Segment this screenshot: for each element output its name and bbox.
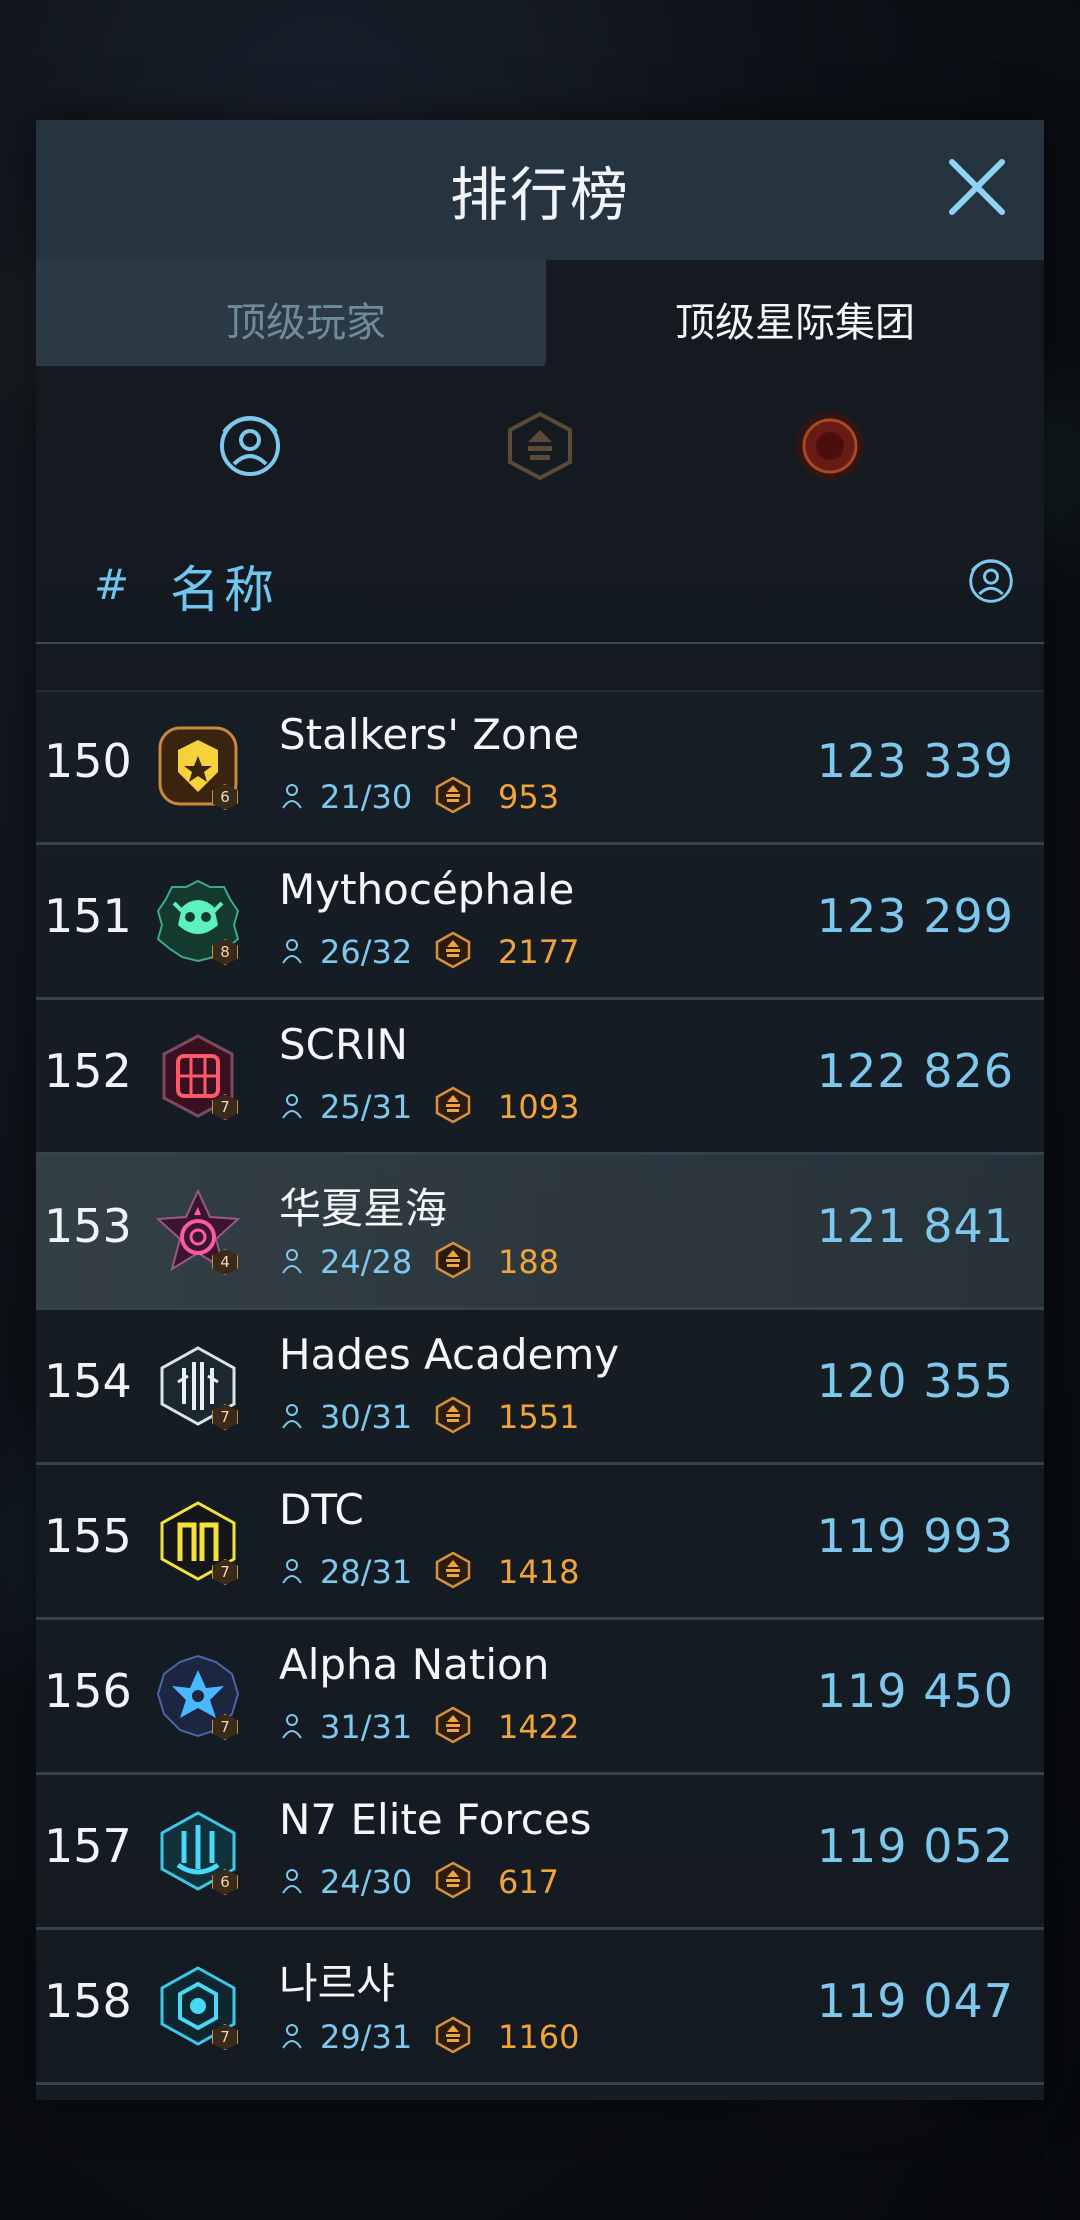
- rank: 150: [44, 734, 132, 788]
- score: 119 047: [816, 1974, 1014, 2028]
- member-count: 24/28: [320, 1243, 413, 1281]
- member-count: 24/30: [320, 1863, 413, 1901]
- member-radar-icon[interactable]: [962, 552, 1020, 610]
- red-planet-icon[interactable]: [790, 406, 870, 486]
- table-row[interactable]: 154 7 Hades Academy 30/31 1551 120 355: [36, 1310, 1044, 1465]
- rank: 157: [44, 1819, 132, 1873]
- group-name: Stalkers' Zone: [279, 710, 580, 759]
- score: 119 052: [816, 1819, 1014, 1873]
- person-icon: [282, 784, 302, 809]
- table-row[interactable]: 152 7 SCRIN 25/31 1093 122 826: [36, 1000, 1044, 1155]
- rank: 156: [44, 1664, 132, 1718]
- resource-value: 2177: [498, 933, 580, 971]
- person-icon: [282, 1094, 302, 1119]
- rank: 155: [44, 1509, 132, 1563]
- member-count: 31/31: [320, 1708, 413, 1746]
- table-row[interactable]: 150 6 Stalkers' Zone 21/30 953 123 339: [36, 690, 1044, 845]
- score: 122 826: [816, 1044, 1014, 1098]
- person-icon: [282, 2024, 302, 2049]
- tab-label: 顶级星际集团: [675, 300, 915, 346]
- resource-icon: [435, 1241, 471, 1279]
- partial-row: [36, 644, 1044, 692]
- member-count: 26/32: [320, 933, 413, 971]
- rank: 158: [44, 1974, 132, 2028]
- member-count: 28/31: [320, 1553, 413, 1591]
- member-count: 21/30: [320, 778, 413, 816]
- table-row[interactable]: 158 7 나르샤 29/31 1160 119 047: [36, 1930, 1044, 2085]
- name-column-header: 名称: [170, 561, 278, 619]
- score: 119 993: [816, 1509, 1014, 1563]
- resource-icon: [435, 931, 471, 969]
- score: 120 355: [816, 1354, 1014, 1408]
- resource-value: 953: [498, 778, 560, 816]
- resource-value: 188: [498, 1243, 560, 1281]
- tab-top-corporations[interactable]: 顶级星际集团: [546, 260, 1044, 366]
- resource-icon: [435, 1861, 471, 1899]
- tab-top-players[interactable]: 顶级玩家: [36, 260, 576, 366]
- group-name: Mythocéphale: [279, 865, 575, 914]
- rank-column-header: #: [94, 560, 130, 609]
- close-icon[interactable]: [946, 156, 1008, 218]
- resource-value: 1418: [498, 1553, 580, 1591]
- member-count: 29/31: [320, 2018, 413, 2056]
- title-bar: 排行榜: [36, 120, 1044, 260]
- person-icon: [282, 1559, 302, 1584]
- resource-icon[interactable]: [500, 406, 580, 486]
- group-name: DTC: [279, 1485, 364, 1534]
- group-name: Hades Academy: [279, 1330, 620, 1379]
- resource-icon: [435, 776, 471, 814]
- person-icon: [282, 939, 302, 964]
- table-row[interactable]: 151 8 Mythocéphale 26/32 2177 123 299: [36, 845, 1044, 1000]
- group-name: Alpha Nation: [279, 1640, 550, 1689]
- score: 123 339: [816, 734, 1014, 788]
- resource-value: 1422: [498, 1708, 580, 1746]
- table-row[interactable]: 156 7 Alpha Nation 31/31 1422 119 450: [36, 1620, 1044, 1775]
- tab-bar: 顶级玩家 顶级星际集团: [36, 260, 1044, 366]
- resource-value: 1160: [498, 2018, 580, 2056]
- person-icon: [282, 1869, 302, 1894]
- table-row-highlighted[interactable]: 153 4 华夏星海 24/28 188 121 841: [36, 1155, 1044, 1310]
- member-radar-icon[interactable]: [210, 406, 290, 486]
- resource-icon: [435, 2016, 471, 2054]
- group-name: SCRIN: [279, 1020, 408, 1069]
- resource-value: 1093: [498, 1088, 580, 1126]
- resource-value: 617: [498, 1863, 560, 1901]
- person-icon: [282, 1404, 302, 1429]
- resource-icon: [435, 1551, 471, 1589]
- rank: 154: [44, 1354, 132, 1408]
- resource-icon: [435, 1396, 471, 1434]
- person-icon: [282, 1714, 302, 1739]
- score: 119 450: [816, 1664, 1014, 1718]
- member-count: 25/31: [320, 1088, 413, 1126]
- resource-icon: [435, 1086, 471, 1124]
- resource-icon: [435, 1706, 471, 1744]
- group-name: 나르샤: [279, 1959, 395, 2008]
- rank: 152: [44, 1044, 132, 1098]
- page-title: 排行榜: [449, 161, 630, 229]
- score: 123 299: [816, 889, 1014, 943]
- table-row[interactable]: 155 7 DTC 28/31 1418 119 993: [36, 1465, 1044, 1620]
- rank: 153: [44, 1199, 132, 1253]
- member-count: 30/31: [320, 1398, 413, 1436]
- group-name: N7 Elite Forces: [279, 1795, 592, 1844]
- leaderboard-panel: 排行榜 顶级玩家 顶级星际集团 # 名称 150 6 Stalkers' Zon…: [36, 120, 1044, 2100]
- score: 121 841: [816, 1199, 1014, 1253]
- group-name: 华夏星海: [279, 1184, 448, 1233]
- person-icon: [282, 1249, 302, 1274]
- filter-bar: [36, 366, 1044, 546]
- tab-label: 顶级玩家: [226, 300, 386, 346]
- column-header: # 名称: [36, 520, 1044, 644]
- table-row[interactable]: 157 6 N7 Elite Forces 24/30 617 119 052: [36, 1775, 1044, 1930]
- rank: 151: [44, 889, 132, 943]
- resource-value: 1551: [498, 1398, 580, 1436]
- ranking-list: 150 6 Stalkers' Zone 21/30 953 123 339 1…: [36, 690, 1044, 2085]
